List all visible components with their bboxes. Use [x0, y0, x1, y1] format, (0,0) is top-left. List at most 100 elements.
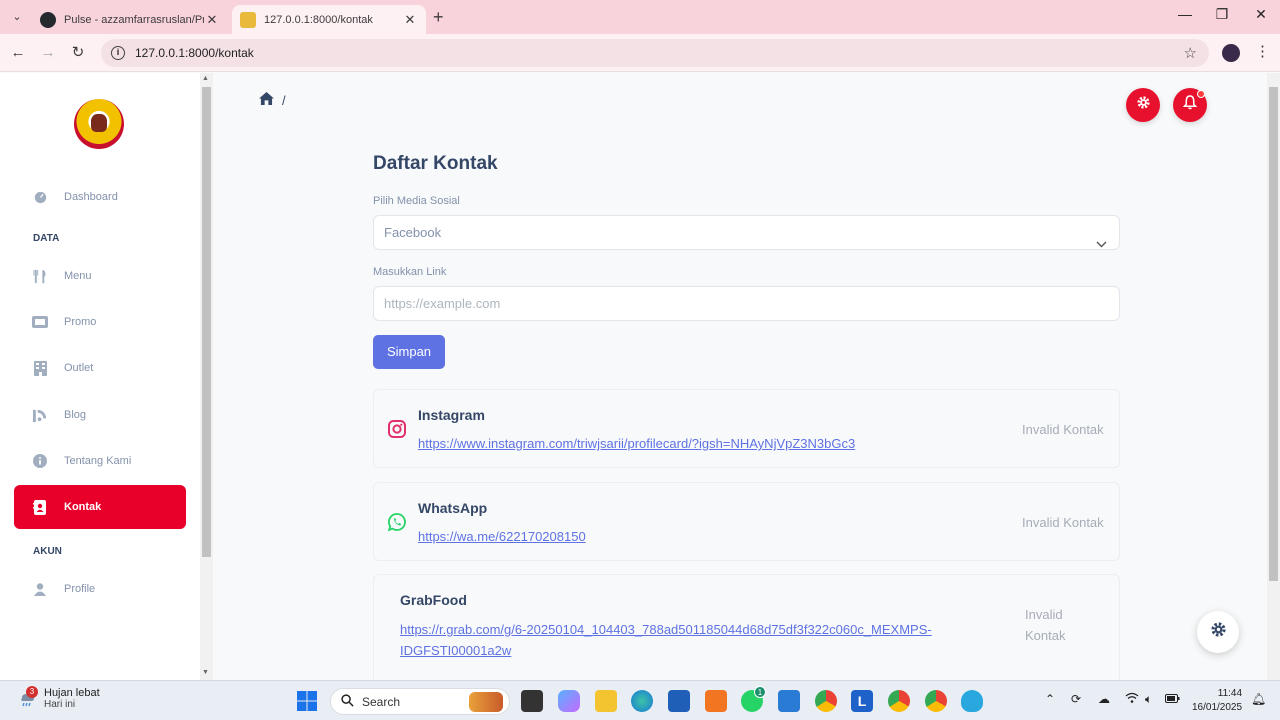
utensils-icon: [32, 268, 48, 284]
link-input[interactable]: https://example.com: [373, 286, 1120, 321]
contact-book-icon: [32, 499, 48, 515]
system-clock[interactable]: 11:44 16/01/2025: [1192, 687, 1242, 715]
contact-status: Invalid Kontak: [1022, 422, 1104, 437]
sidebar-item-promo[interactable]: Promo: [14, 300, 186, 344]
home-icon[interactable]: [259, 92, 274, 108]
link-label: Masukkan Link: [373, 266, 447, 278]
building-icon: [32, 360, 48, 376]
back-icon[interactable]: ←: [7, 42, 29, 64]
close-tab-icon[interactable]: ✕: [402, 12, 418, 28]
page-scrollbar[interactable]: [1267, 73, 1280, 680]
onedrive-icon[interactable]: ☁: [1098, 692, 1110, 706]
sidebar-item-kontak[interactable]: Kontak: [14, 485, 186, 529]
store-icon[interactable]: [668, 690, 690, 712]
scroll-down-icon[interactable]: ▼: [202, 669, 209, 676]
vscode-icon[interactable]: [778, 690, 800, 712]
contact-link-continued[interactable]: IDGFSTI00001a2w: [400, 640, 511, 661]
contact-link[interactable]: https://www.instagram.com/triwjsarii/pro…: [418, 433, 855, 454]
gear-icon: [1210, 621, 1227, 643]
chrome-profile-2-icon[interactable]: [925, 690, 947, 712]
brand-logo[interactable]: [74, 99, 124, 149]
gear-icon: [1136, 95, 1151, 115]
laragon-icon[interactable]: L: [851, 690, 873, 712]
site-favicon-icon: [240, 11, 256, 28]
volume-icon[interactable]: 🔈︎: [1145, 692, 1152, 707]
weather-title: Hujan lebat: [44, 687, 100, 699]
tab-title: Pulse - azzamfarrasruslan/Proje: [64, 13, 204, 26]
minimize-icon[interactable]: —: [1170, 6, 1200, 22]
save-button[interactable]: Simpan: [373, 335, 445, 369]
close-tab-icon[interactable]: ✕: [204, 12, 220, 28]
sidebar-item-profile[interactable]: Profile: [14, 567, 186, 611]
browser-menu-icon[interactable]: ⋮: [1255, 42, 1270, 60]
window-close-icon[interactable]: ✕: [1246, 6, 1276, 23]
xampp-icon[interactable]: [705, 690, 727, 712]
reload-icon[interactable]: ↻: [67, 42, 89, 64]
weather-subtitle: Hari ini: [44, 699, 76, 710]
address-bar[interactable]: i 127.0.0.1:8000/kontak ☆: [101, 39, 1209, 67]
info-icon: [32, 453, 48, 469]
file-explorer-icon[interactable]: [595, 690, 617, 712]
forward-icon[interactable]: →: [37, 42, 59, 64]
contact-status: Invalid: [1025, 607, 1063, 622]
notification-dot: [1197, 90, 1205, 98]
new-tab-icon[interactable]: +: [433, 7, 444, 28]
contact-link[interactable]: https://wa.me/622170208150: [418, 526, 586, 547]
sidebar-item-outlet[interactable]: Outlet: [14, 346, 186, 390]
social-media-select[interactable]: Facebook: [373, 215, 1120, 250]
app-icon[interactable]: [961, 690, 983, 712]
sidebar-item-menu[interactable]: Menu: [14, 254, 186, 298]
sidebar-item-label: Outlet: [64, 362, 94, 374]
page-title: Daftar Kontak: [373, 153, 498, 174]
sidebar-item-blog[interactable]: Blog: [14, 393, 186, 437]
notification-center-icon[interactable]: 🔔︎: [1251, 692, 1266, 706]
sidebar-item-label: Dashboard: [64, 191, 118, 203]
taskbar-search[interactable]: Search: [330, 688, 510, 715]
battery-icon[interactable]: [1165, 692, 1180, 706]
sidebar-item-label: Profile: [64, 583, 96, 595]
wifi-icon[interactable]: [1125, 692, 1139, 706]
bookmark-star-icon[interactable]: ☆: [1184, 44, 1197, 62]
instagram-icon: [388, 420, 406, 438]
site-info-icon[interactable]: i: [111, 46, 125, 60]
contact-name: WhatsApp: [418, 500, 488, 516]
copilot-icon[interactable]: [558, 690, 580, 712]
tray-overflow-icon[interactable]: ⌃: [1045, 692, 1055, 706]
section-heading-akun: AKUN: [33, 546, 62, 557]
configurator-button[interactable]: [1197, 611, 1239, 653]
tab-pulse[interactable]: Pulse - azzamfarrasruslan/Proje ✕: [32, 5, 228, 34]
settings-button[interactable]: [1126, 88, 1160, 122]
tab-kontak[interactable]: 127.0.0.1:8000/kontak ✕: [232, 5, 426, 34]
contact-card-grabfood: GrabFood https://r.grab.com/g/6-20250104…: [373, 574, 1120, 680]
chrome-profile-icon[interactable]: [888, 690, 910, 712]
select-media-label: Pilih Media Sosial: [373, 195, 460, 207]
whatsapp-app-icon[interactable]: 1: [741, 686, 766, 712]
whatsapp-icon: [387, 513, 406, 532]
scrollbar-thumb[interactable]: [1269, 87, 1278, 581]
scrollbar-thumb[interactable]: [202, 87, 211, 557]
profile-avatar[interactable]: [1222, 44, 1240, 62]
user-icon: [32, 581, 48, 597]
search-highlight-icon: [469, 692, 503, 712]
edge-icon[interactable]: [631, 690, 653, 712]
tab-search-icon[interactable]: ⌄: [8, 8, 26, 26]
sidebar: Dashboard DATA Menu Promo Outlet Blog Te…: [0, 73, 200, 680]
bell-icon: [1182, 95, 1198, 115]
sidebar-item-dashboard[interactable]: Dashboard: [14, 175, 186, 219]
maximize-icon[interactable]: ❐: [1207, 6, 1237, 23]
chrome-icon[interactable]: [815, 690, 837, 712]
browser-tab-bar: ⌄ Pulse - azzamfarrasruslan/Proje ✕ 127.…: [0, 0, 1280, 34]
task-view-icon[interactable]: [521, 690, 543, 712]
windows-start-icon[interactable]: [296, 690, 318, 712]
sidebar-scrollbar[interactable]: ▲ ▼: [200, 73, 213, 680]
weather-widget[interactable]: 3 Hujan lebat Hari ini: [18, 685, 100, 710]
contact-link[interactable]: https://r.grab.com/g/6-20250104_104403_7…: [400, 619, 932, 640]
sidebar-item-tentang-kami[interactable]: Tentang Kami: [14, 439, 186, 483]
rain-cloud-icon: 3: [18, 685, 38, 708]
sync-icon[interactable]: ⟳: [1071, 692, 1081, 706]
url-text: 127.0.0.1:8000/kontak: [135, 46, 254, 60]
sidebar-item-label: Menu: [64, 270, 92, 282]
weather-alert-badge: 3: [26, 685, 38, 698]
scroll-up-icon[interactable]: ▲: [202, 75, 209, 82]
contact-card-instagram: Instagram https://www.instagram.com/triw…: [373, 389, 1120, 468]
